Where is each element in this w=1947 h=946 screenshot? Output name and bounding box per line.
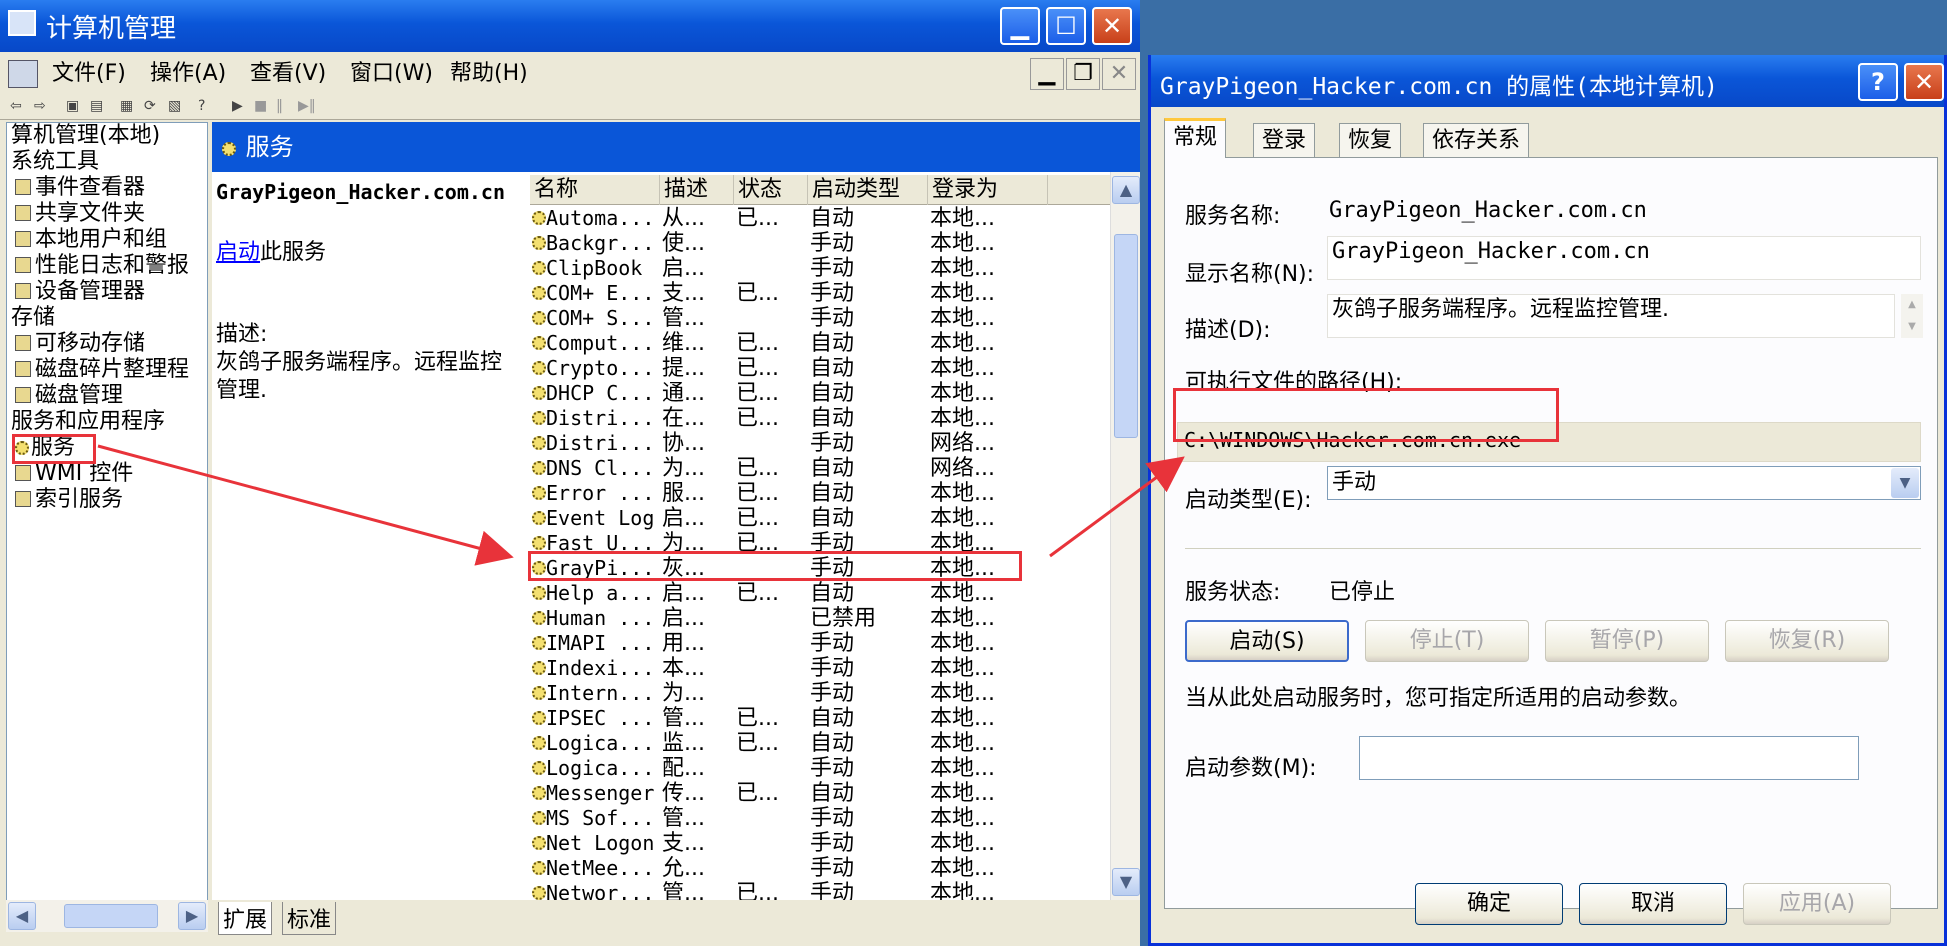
annotation-arrows <box>97 444 1185 566</box>
arrow-to-exe-path <box>1049 456 1185 558</box>
arrow-to-service-row <box>97 444 514 566</box>
tab-general[interactable]: 常规 <box>1164 118 1227 158</box>
